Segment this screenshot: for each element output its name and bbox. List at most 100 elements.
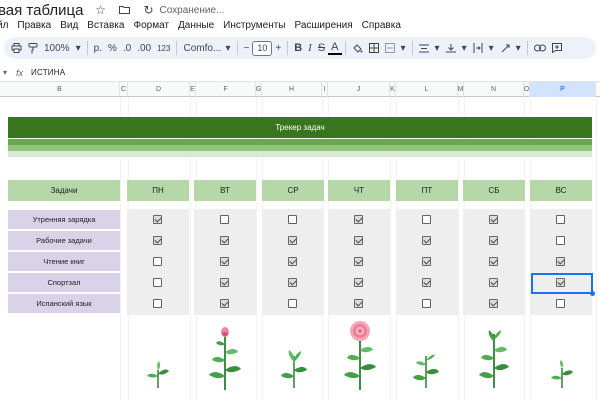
- column-header-j[interactable]: J: [328, 82, 390, 97]
- checkbox-unchecked[interactable]: [288, 299, 297, 308]
- chevron-down-icon[interactable]: ▾: [398, 39, 409, 57]
- chevron-down-icon[interactable]: ▾: [513, 39, 524, 57]
- menu-item[interactable]: Правка: [17, 20, 51, 31]
- decrease-decimals-button[interactable]: .0: [120, 39, 134, 57]
- checkbox-unchecked[interactable]: [153, 257, 162, 266]
- checkbox-checked[interactable]: [556, 257, 565, 266]
- checkbox-checked[interactable]: [489, 236, 498, 245]
- strikethrough-button[interactable]: S: [315, 39, 328, 57]
- minus-icon[interactable]: −: [241, 39, 253, 57]
- checkbox-checked[interactable]: [422, 236, 431, 245]
- selected-cell[interactable]: [531, 273, 593, 294]
- task-name-cell[interactable]: Чтение книг: [8, 252, 120, 272]
- move-folder-icon[interactable]: [117, 3, 131, 17]
- task-name-cell[interactable]: Утренняя зарядка: [8, 210, 120, 230]
- fill-color-icon[interactable]: [349, 39, 366, 57]
- checkbox-checked[interactable]: [220, 278, 229, 287]
- text-color-button[interactable]: A: [328, 41, 342, 55]
- text-rotation-icon[interactable]: [497, 39, 513, 57]
- plus-icon[interactable]: +: [272, 39, 284, 57]
- column-header-n[interactable]: N: [464, 82, 524, 97]
- menu-item[interactable]: Формат: [133, 20, 169, 31]
- checkbox-checked[interactable]: [354, 278, 363, 287]
- star-icon[interactable]: ☆: [93, 3, 107, 17]
- column-header-b[interactable]: B: [0, 82, 120, 97]
- fill-handle[interactable]: [590, 291, 595, 296]
- menu-item[interactable]: йл: [0, 20, 8, 31]
- checkbox-checked[interactable]: [422, 257, 431, 266]
- day-header[interactable]: ЧТ: [328, 180, 390, 201]
- checkbox-checked[interactable]: [489, 278, 498, 287]
- chevron-down-icon[interactable]: ▾: [486, 39, 497, 57]
- column-header-f[interactable]: F: [196, 82, 256, 97]
- chevron-down-icon[interactable]: ▾: [0, 64, 10, 82]
- checkbox-unchecked[interactable]: [556, 215, 565, 224]
- menu-item[interactable]: Справка: [362, 20, 401, 31]
- checkbox-checked[interactable]: [288, 278, 297, 287]
- print-icon[interactable]: [8, 39, 25, 57]
- text-wrap-icon[interactable]: [470, 39, 486, 57]
- column-header-l[interactable]: L: [396, 82, 458, 97]
- checkbox-checked[interactable]: [354, 257, 363, 266]
- document-title[interactable]: вая таблица: [0, 2, 83, 19]
- checkbox-checked[interactable]: [489, 215, 498, 224]
- menu-item[interactable]: Расширения: [295, 20, 353, 31]
- tasks-header[interactable]: Задачи: [8, 180, 120, 201]
- checkbox-checked[interactable]: [153, 236, 162, 245]
- italic-button[interactable]: I: [305, 39, 315, 57]
- checkbox-unchecked[interactable]: [556, 236, 565, 245]
- font-size-input[interactable]: 10: [252, 40, 273, 56]
- currency-format-button[interactable]: р.: [91, 39, 105, 57]
- column-header-d[interactable]: D: [128, 82, 190, 97]
- bold-button[interactable]: B: [291, 39, 305, 57]
- checkbox-checked[interactable]: [220, 299, 229, 308]
- chevron-down-icon[interactable]: ▾: [73, 39, 84, 57]
- checkbox-unchecked[interactable]: [288, 215, 297, 224]
- checkbox-checked[interactable]: [489, 299, 498, 308]
- day-header[interactable]: ВС: [530, 180, 592, 201]
- paint-format-icon[interactable]: [25, 39, 41, 57]
- checkbox-checked[interactable]: [220, 257, 229, 266]
- day-header[interactable]: СБ: [463, 180, 525, 201]
- font-select[interactable]: Comfo...: [180, 39, 222, 57]
- menu-item[interactable]: Вид: [60, 20, 78, 31]
- menu-item[interactable]: Данные: [178, 20, 214, 31]
- checkbox-checked[interactable]: [354, 236, 363, 245]
- checkbox-unchecked[interactable]: [422, 215, 431, 224]
- checkbox-checked[interactable]: [354, 215, 363, 224]
- column-header-p[interactable]: P: [530, 82, 596, 97]
- link-icon[interactable]: [531, 39, 549, 57]
- checkbox-unchecked[interactable]: [220, 215, 229, 224]
- checkbox-checked[interactable]: [288, 257, 297, 266]
- checkbox-unchecked[interactable]: [422, 299, 431, 308]
- zoom-select[interactable]: 100%: [41, 39, 73, 57]
- day-header[interactable]: ПН: [127, 180, 189, 201]
- menu-item[interactable]: Вставка: [87, 20, 124, 31]
- day-header[interactable]: ВТ: [194, 180, 256, 201]
- task-name-cell[interactable]: Испанский язык: [8, 294, 120, 314]
- chevron-down-icon[interactable]: ▾: [222, 39, 233, 57]
- checkbox-unchecked[interactable]: [153, 278, 162, 287]
- merge-cells-icon[interactable]: [382, 39, 398, 57]
- percent-format-button[interactable]: %: [105, 39, 120, 57]
- increase-decimals-button[interactable]: .00: [134, 39, 154, 57]
- checkbox-checked[interactable]: [354, 299, 363, 308]
- chevron-down-icon[interactable]: ▾: [459, 39, 470, 57]
- task-name-cell[interactable]: Рабочие задачи: [8, 231, 120, 251]
- formula-input[interactable]: ИСТИНА: [31, 68, 65, 77]
- column-header-c[interactable]: C: [120, 82, 128, 97]
- tracker-title-banner[interactable]: Трекер задач: [8, 117, 592, 138]
- insert-comment-icon[interactable]: [549, 39, 565, 57]
- day-header[interactable]: СР: [262, 180, 324, 201]
- align-vertical-icon[interactable]: [443, 39, 459, 57]
- number-format-button[interactable]: 123: [154, 39, 173, 57]
- chevron-down-icon[interactable]: ▾: [432, 39, 443, 57]
- column-header-h[interactable]: H: [262, 82, 322, 97]
- checkbox-checked[interactable]: [153, 215, 162, 224]
- borders-icon[interactable]: [366, 39, 382, 57]
- day-header[interactable]: ПТ: [396, 180, 458, 201]
- menu-item[interactable]: Инструменты: [223, 20, 285, 31]
- task-name-cell[interactable]: Спортзал: [8, 273, 120, 293]
- checkbox-checked[interactable]: [422, 278, 431, 287]
- checkbox-unchecked[interactable]: [153, 299, 162, 308]
